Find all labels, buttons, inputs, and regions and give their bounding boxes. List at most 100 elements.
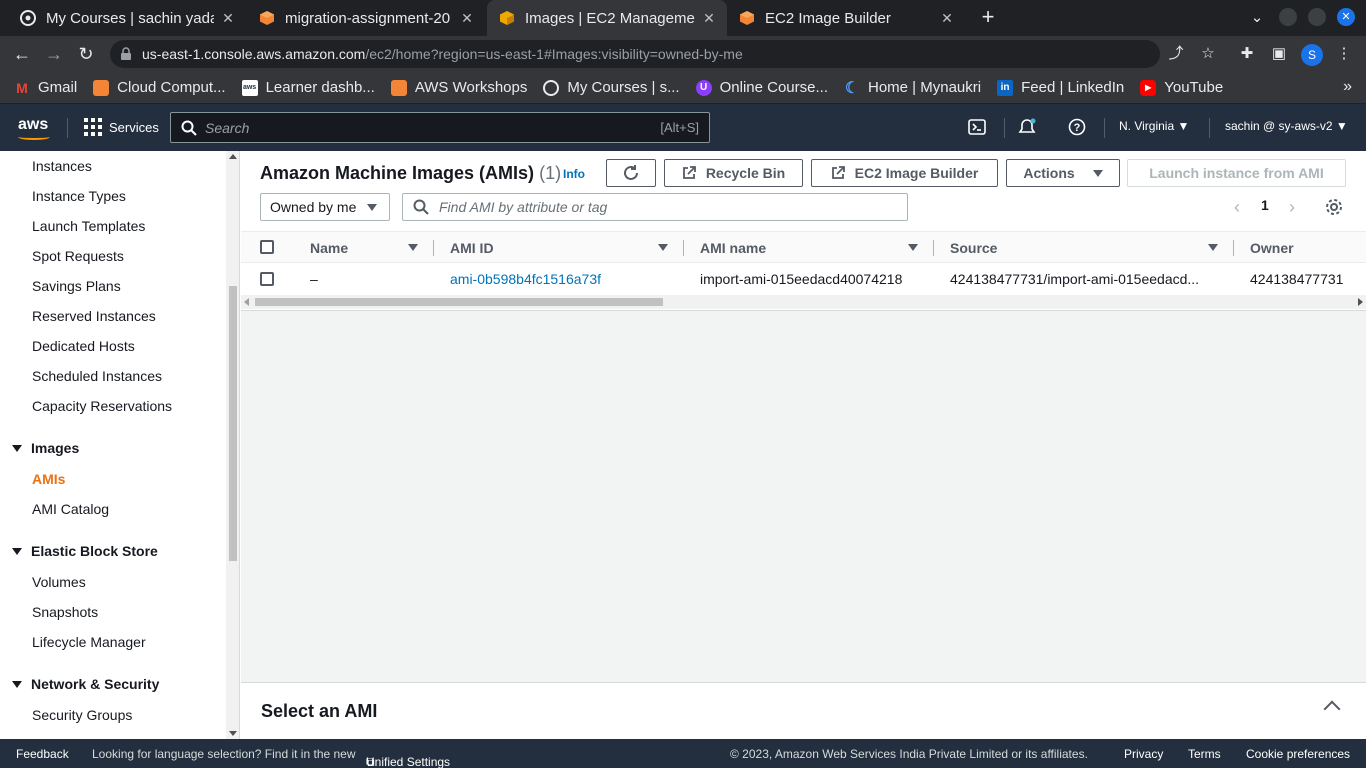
column-divider[interactable] — [933, 240, 934, 256]
column-header-owner[interactable]: Owner — [1250, 240, 1294, 256]
sort-caret-icon[interactable] — [1208, 244, 1218, 251]
recycle-bin-button[interactable]: Recycle Bin — [664, 159, 803, 187]
cloudshell-icon[interactable] — [967, 118, 987, 138]
aws-search-input[interactable]: Search [Alt+S] — [170, 112, 710, 143]
cell-ami-id-link[interactable]: ami-0b598b4fc1516a73f — [450, 271, 601, 287]
sidebar-scrollbar[interactable] — [226, 151, 239, 739]
sidebar-section-images[interactable]: Images — [12, 440, 79, 456]
sort-caret-icon[interactable] — [658, 244, 668, 251]
close-tab-icon[interactable]: ✕ — [939, 10, 955, 27]
sidebar-item-instance-types[interactable]: Instance Types — [32, 188, 126, 204]
bookmark-learner-dashboard[interactable]: aws Learner dashb... — [241, 79, 375, 96]
sidebar-item-volumes[interactable]: Volumes — [32, 574, 86, 590]
sidebar-item-lifecycle-manager[interactable]: Lifecycle Manager — [32, 634, 146, 650]
region-selector[interactable]: N. Virginia ▼ — [1119, 119, 1189, 133]
minimize-button[interactable] — [1279, 8, 1297, 26]
column-header-source[interactable]: Source — [950, 240, 997, 256]
refresh-button[interactable] — [606, 159, 656, 187]
table-settings-gear-icon[interactable] — [1324, 197, 1344, 217]
bookmark-linkedin[interactable]: in Feed | LinkedIn — [997, 79, 1124, 96]
feedback-link[interactable]: Feedback — [16, 747, 69, 761]
column-divider[interactable] — [433, 240, 434, 256]
browser-tab-my-courses[interactable]: My Courses | sachin yadav ✕ — [8, 0, 246, 36]
more-bookmarks-icon[interactable]: » — [1343, 78, 1352, 96]
sidebar-item-savings-plans[interactable]: Savings Plans — [32, 278, 121, 294]
bookmark-cloud-computing[interactable]: Cloud Comput... — [93, 79, 226, 96]
column-header-ami-id[interactable]: AMI ID — [450, 240, 494, 256]
owner-filter-select[interactable]: Owned by me — [260, 193, 390, 221]
sidebar-section-ebs[interactable]: Elastic Block Store — [12, 543, 158, 559]
new-tab-button[interactable]: + — [976, 6, 1000, 30]
sidebar-item-reserved-instances[interactable]: Reserved Instances — [32, 308, 156, 324]
services-menu-button[interactable]: Services — [84, 118, 159, 136]
find-ami-input[interactable]: Find AMI by attribute or tag — [402, 193, 908, 221]
bookmark-online-course[interactable]: U Online Course... — [695, 79, 828, 96]
column-divider[interactable] — [683, 240, 684, 256]
sidebar-item-security-groups[interactable]: Security Groups — [32, 707, 132, 723]
browser-tab-image-builder[interactable]: EC2 Image Builder ✕ — [727, 0, 965, 36]
close-tab-icon[interactable]: ✕ — [459, 10, 475, 27]
chevron-up-icon[interactable] — [1323, 700, 1341, 718]
info-link[interactable]: Info — [563, 167, 585, 181]
bookmark-my-courses[interactable]: My Courses | s... — [543, 79, 680, 96]
account-menu[interactable]: sachin @ sy-aws-v2 ▼ — [1225, 119, 1348, 133]
side-panel-icon[interactable]: ▣ — [1270, 45, 1288, 63]
privacy-link[interactable]: Privacy — [1124, 747, 1163, 761]
page-number[interactable]: 1 — [1261, 197, 1269, 213]
next-page-icon[interactable]: › — [1284, 197, 1300, 217]
scroll-thumb[interactable] — [229, 286, 237, 561]
ec2-image-builder-button[interactable]: EC2 Image Builder — [811, 159, 998, 187]
row-checkbox[interactable] — [260, 272, 274, 286]
sort-caret-icon[interactable] — [408, 244, 418, 251]
reload-icon[interactable]: ↻ — [76, 44, 96, 64]
aws-logo[interactable]: aws — [18, 116, 50, 140]
column-divider[interactable] — [1233, 240, 1234, 256]
back-icon[interactable]: ← — [12, 44, 32, 64]
maximize-button[interactable] — [1308, 8, 1326, 26]
bookmark-youtube[interactable]: ▶ YouTube — [1140, 79, 1223, 96]
scroll-right-icon[interactable] — [1358, 298, 1363, 306]
close-window-button[interactable]: ✕ — [1337, 8, 1355, 26]
sidebar-item-dedicated-hosts[interactable]: Dedicated Hosts — [32, 338, 135, 354]
column-header-ami-name[interactable]: AMI name — [700, 240, 766, 256]
bookmark-aws-workshops[interactable]: AWS Workshops — [390, 79, 527, 96]
sidebar-item-capacity-reservations[interactable]: Capacity Reservations — [32, 398, 172, 414]
select-all-checkbox[interactable] — [260, 240, 274, 254]
scroll-down-icon[interactable] — [229, 731, 237, 736]
scroll-up-icon[interactable] — [229, 154, 237, 159]
sort-caret-icon[interactable] — [908, 244, 918, 251]
close-tab-icon[interactable]: ✕ — [220, 10, 236, 27]
bookmark-star-icon[interactable]: ☆ — [1199, 45, 1217, 63]
sidebar-item-scheduled-instances[interactable]: Scheduled Instances — [32, 368, 162, 384]
chrome-menu-icon[interactable]: ⋮ — [1335, 45, 1353, 63]
sidebar-item-spot-requests[interactable]: Spot Requests — [32, 248, 124, 264]
actions-dropdown-button[interactable]: Actions — [1006, 159, 1120, 187]
sidebar-section-network-security[interactable]: Network & Security — [12, 676, 159, 692]
browser-tab-migration[interactable]: migration-assignment-20 ✕ — [247, 0, 485, 36]
sidebar-item-launch-templates[interactable]: Launch Templates — [32, 218, 145, 234]
sidebar-item-snapshots[interactable]: Snapshots — [32, 604, 98, 620]
tab-search-icon[interactable]: ⌄ — [1248, 9, 1266, 27]
forward-icon[interactable]: → — [44, 44, 64, 64]
scroll-left-icon[interactable] — [244, 298, 249, 306]
extensions-icon[interactable]: ✚ — [1238, 45, 1256, 63]
bookmark-mynaukri[interactable]: ☾ Home | Mynaukri — [844, 79, 981, 97]
browser-tab-images-ec2[interactable]: Images | EC2 Management ✕ — [487, 0, 727, 36]
help-icon[interactable]: ? — [1067, 118, 1087, 138]
sidebar-item-instances[interactable]: Instances — [32, 158, 92, 174]
cookie-preferences-link[interactable]: Cookie preferences — [1246, 747, 1350, 761]
sidebar-item-ami-catalog[interactable]: AMI Catalog — [32, 501, 109, 517]
sidebar-item-amis[interactable]: AMIs — [32, 471, 65, 487]
terms-link[interactable]: Terms — [1188, 747, 1221, 761]
address-bar[interactable]: us-east-1.console.aws.amazon.com/ec2/hom… — [110, 40, 1160, 68]
share-icon[interactable]: ⤴ — [1167, 45, 1185, 63]
notifications-bell-icon[interactable] — [1017, 118, 1037, 138]
previous-page-icon[interactable]: ‹ — [1229, 197, 1245, 217]
launch-instance-from-ami-button[interactable]: Launch instance from AMI — [1127, 159, 1346, 187]
column-header-name[interactable]: Name — [310, 240, 348, 256]
bookmark-gmail[interactable]: M Gmail — [14, 79, 77, 96]
table-row[interactable]: – ami-0b598b4fc1516a73f import-ami-015ee… — [241, 263, 1366, 295]
close-tab-icon[interactable]: ✕ — [701, 10, 717, 27]
scroll-thumb[interactable] — [255, 298, 663, 306]
profile-avatar[interactable]: S — [1301, 44, 1323, 66]
